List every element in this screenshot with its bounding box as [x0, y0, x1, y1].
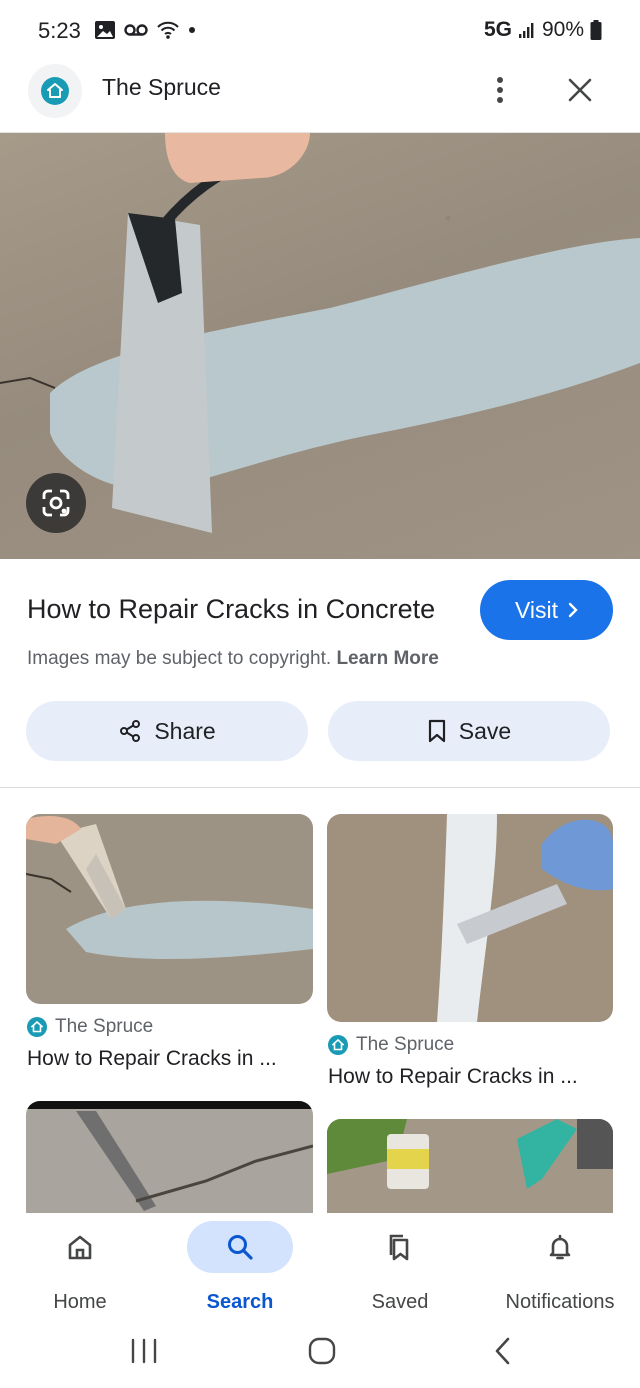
- nav-icon-container: [347, 1221, 453, 1273]
- battery-label: 90%: [541, 18, 584, 41]
- back-button[interactable]: [488, 1336, 520, 1366]
- learn-more-link[interactable]: Learn More: [336, 648, 438, 669]
- voicemail-icon: [124, 24, 148, 36]
- concrete-repair-photo: [0, 133, 640, 533]
- home-icon: [68, 1235, 92, 1260]
- related-title-2[interactable]: How to Repair Cracks in ...: [328, 1065, 618, 1089]
- more-options-button[interactable]: [484, 70, 516, 110]
- battery-icon: [590, 20, 602, 40]
- share-label: Share: [154, 717, 216, 744]
- status-time: 5:23: [38, 18, 81, 43]
- home-system-button[interactable]: [306, 1336, 338, 1366]
- result-title[interactable]: How to Repair Cracks in Concrete: [27, 594, 435, 625]
- site-name[interactable]: The Spruce: [102, 74, 221, 101]
- related-image-2[interactable]: [327, 814, 613, 1022]
- related-thumbnail-2: [327, 814, 613, 1022]
- chevron-right-icon: [568, 602, 578, 618]
- nav-home-label: Home: [53, 1291, 107, 1313]
- share-icon: [120, 720, 141, 742]
- nav-notifications[interactable]: Notifications: [480, 1213, 640, 1325]
- related-image-4[interactable]: [327, 1119, 613, 1213]
- share-button[interactable]: Share: [26, 701, 308, 761]
- nav-icon-container: [187, 1221, 293, 1273]
- recents-icon: [131, 1338, 157, 1364]
- related-source-2: The Spruce: [328, 1034, 454, 1056]
- related-source-label: The Spruce: [356, 1034, 455, 1055]
- spruce-logo-icon: [27, 1017, 47, 1037]
- nav-search-label: Search: [206, 1291, 274, 1313]
- house-icon: [41, 77, 69, 105]
- section-divider: [0, 787, 640, 788]
- site-logo[interactable]: [28, 64, 82, 118]
- nav-icon-container: [27, 1221, 133, 1273]
- related-source-1: The Spruce: [27, 1016, 153, 1038]
- hero-image[interactable]: [0, 133, 640, 559]
- save-label: Save: [458, 717, 512, 744]
- status-notification-icons: [94, 20, 196, 40]
- related-thumbnail-3: [26, 1101, 313, 1213]
- copyright-notice: Images may be subject to copyright. Lear…: [27, 648, 439, 670]
- related-image-3[interactable]: [26, 1101, 313, 1213]
- nav-search[interactable]: Search: [160, 1213, 320, 1325]
- visit-label: Visit: [514, 596, 559, 623]
- bell-icon: [549, 1234, 571, 1260]
- close-icon: [568, 78, 592, 102]
- back-icon: [495, 1337, 510, 1365]
- related-image-1[interactable]: [26, 814, 313, 1004]
- dot-icon: [189, 27, 195, 33]
- nav-saved[interactable]: Saved: [320, 1213, 480, 1325]
- related-thumbnail-4: [327, 1119, 613, 1213]
- nav-saved-label: Saved: [371, 1291, 429, 1313]
- recent-apps-button[interactable]: [128, 1336, 160, 1366]
- wifi-icon: [157, 21, 179, 39]
- signal-icon: [518, 23, 534, 38]
- close-button[interactable]: [560, 70, 600, 110]
- more-vert-icon: [497, 77, 503, 103]
- result-header: [0, 62, 640, 133]
- nav-notifications-label: Notifications: [505, 1291, 615, 1313]
- related-title-1[interactable]: How to Repair Cracks in ...: [27, 1047, 317, 1071]
- lens-icon: [42, 489, 70, 517]
- status-right: 5G 90%: [484, 18, 602, 42]
- google-lens-button[interactable]: [26, 473, 86, 533]
- home-circle-icon: [308, 1337, 336, 1365]
- nav-icon-container: [507, 1221, 613, 1273]
- bookmark-icon: [428, 719, 445, 743]
- spruce-logo-icon: [328, 1035, 348, 1055]
- related-source-label: The Spruce: [55, 1016, 154, 1037]
- save-button[interactable]: Save: [328, 701, 610, 761]
- nav-home[interactable]: Home: [0, 1213, 160, 1325]
- network-label: 5G: [483, 18, 512, 41]
- gallery-icon: [95, 21, 115, 39]
- related-thumbnail-1: [26, 814, 313, 1004]
- saved-icon: [389, 1234, 409, 1261]
- copyright-text: Images may be subject to copyright.: [27, 648, 332, 669]
- visit-button[interactable]: Visit: [480, 580, 613, 640]
- search-icon: [228, 1235, 253, 1260]
